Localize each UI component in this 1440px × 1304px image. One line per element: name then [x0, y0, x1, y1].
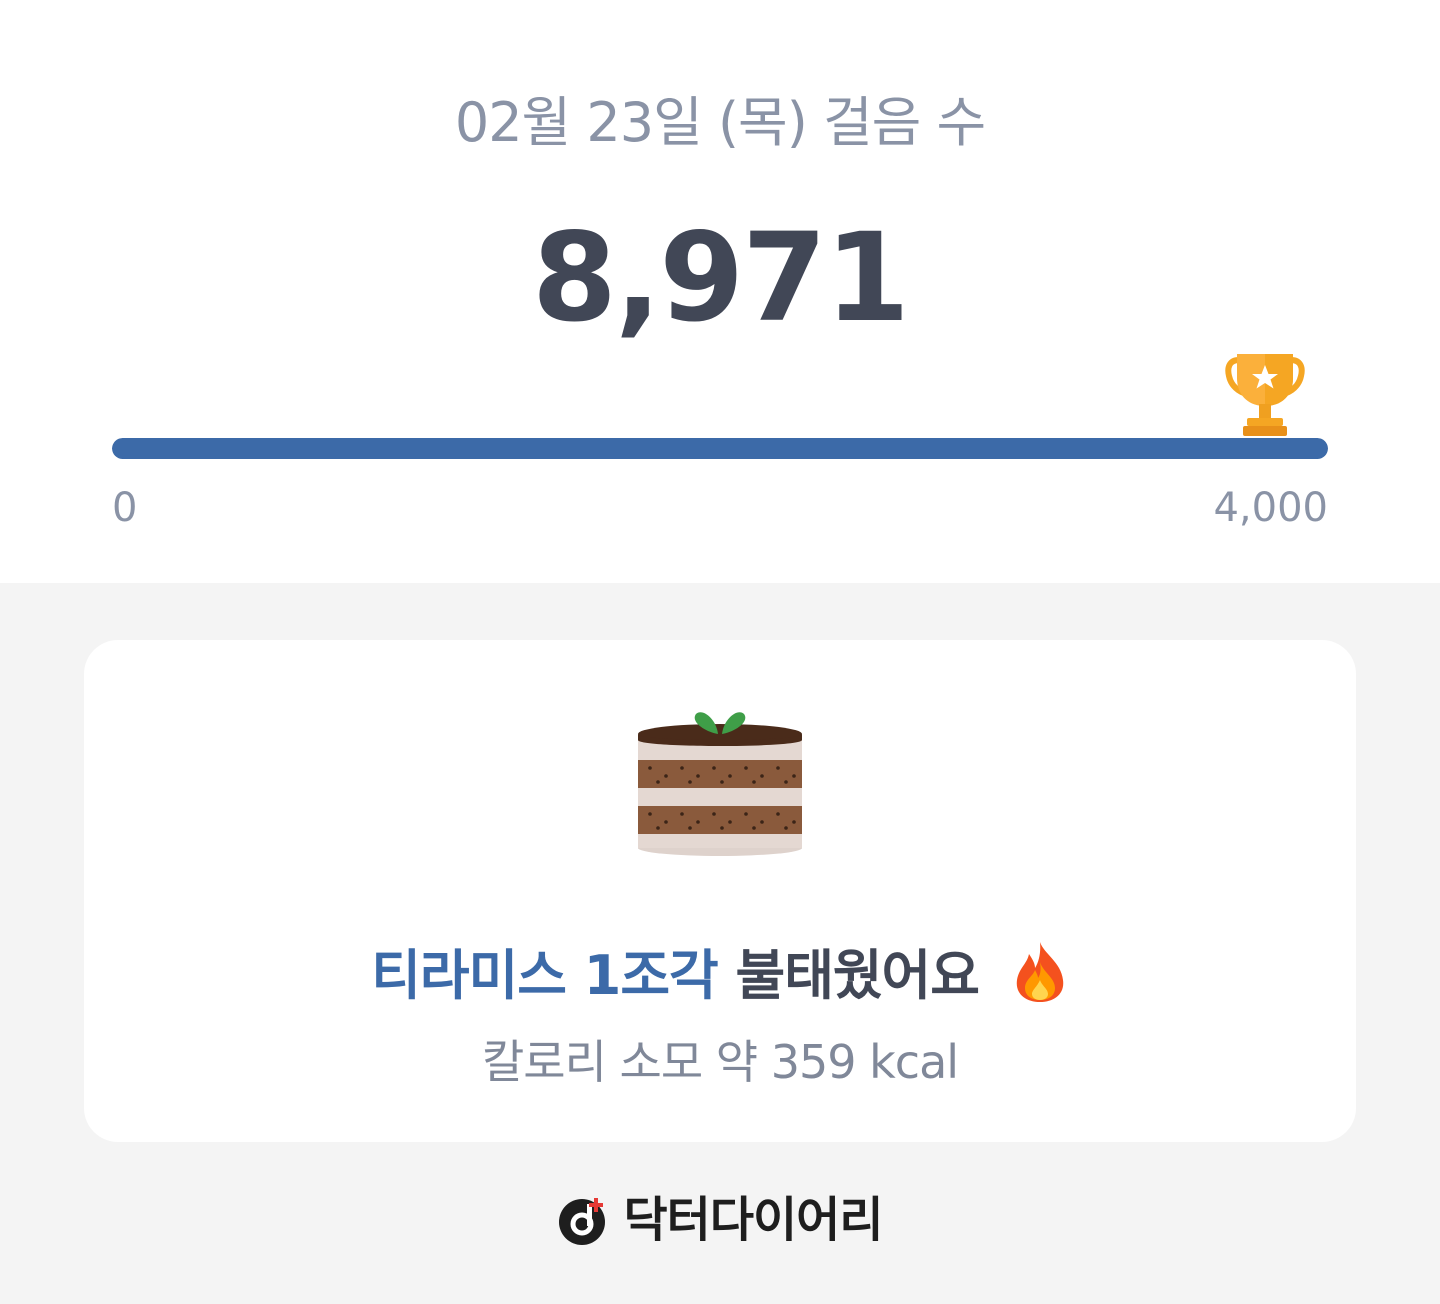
progress-min-label: 0 [112, 485, 138, 531]
progress-goal-label: 4,000 [1213, 485, 1328, 531]
brand-name: 닥터다이어리 [623, 1192, 884, 1248]
brand-footer: 닥터다이어리 [0, 1190, 1440, 1254]
progress-bar-fill [112, 438, 1328, 459]
date-title: 02월 23일 (목) 걸음 수 [454, 91, 986, 154]
doctor-diary-logo-icon [558, 1198, 605, 1245]
fire-icon [1016, 942, 1063, 1002]
burn-message: 티라미스 1조각 불태웠어요 [84, 940, 1356, 1011]
progress-bar [112, 438, 1328, 459]
trophy-icon [1225, 354, 1305, 436]
calorie-burn-text: 칼로리 소모 약 359 kcal [481, 1035, 959, 1089]
step-count: 8,971 [532, 207, 910, 349]
calorie-burn-card: 티라미스 1조각 불태웠어요 칼로리 소모 약 359 kcal [84, 640, 1356, 1142]
burned-food-label: 티라미스 1조각 [371, 944, 718, 1007]
burn-message-text: 불태웠어요 [735, 944, 980, 1007]
tiramisu-cake-icon [638, 712, 802, 856]
step-summary-section: 02월 23일 (목) 걸음 수 8,971 0 4,000 [0, 0, 1440, 583]
